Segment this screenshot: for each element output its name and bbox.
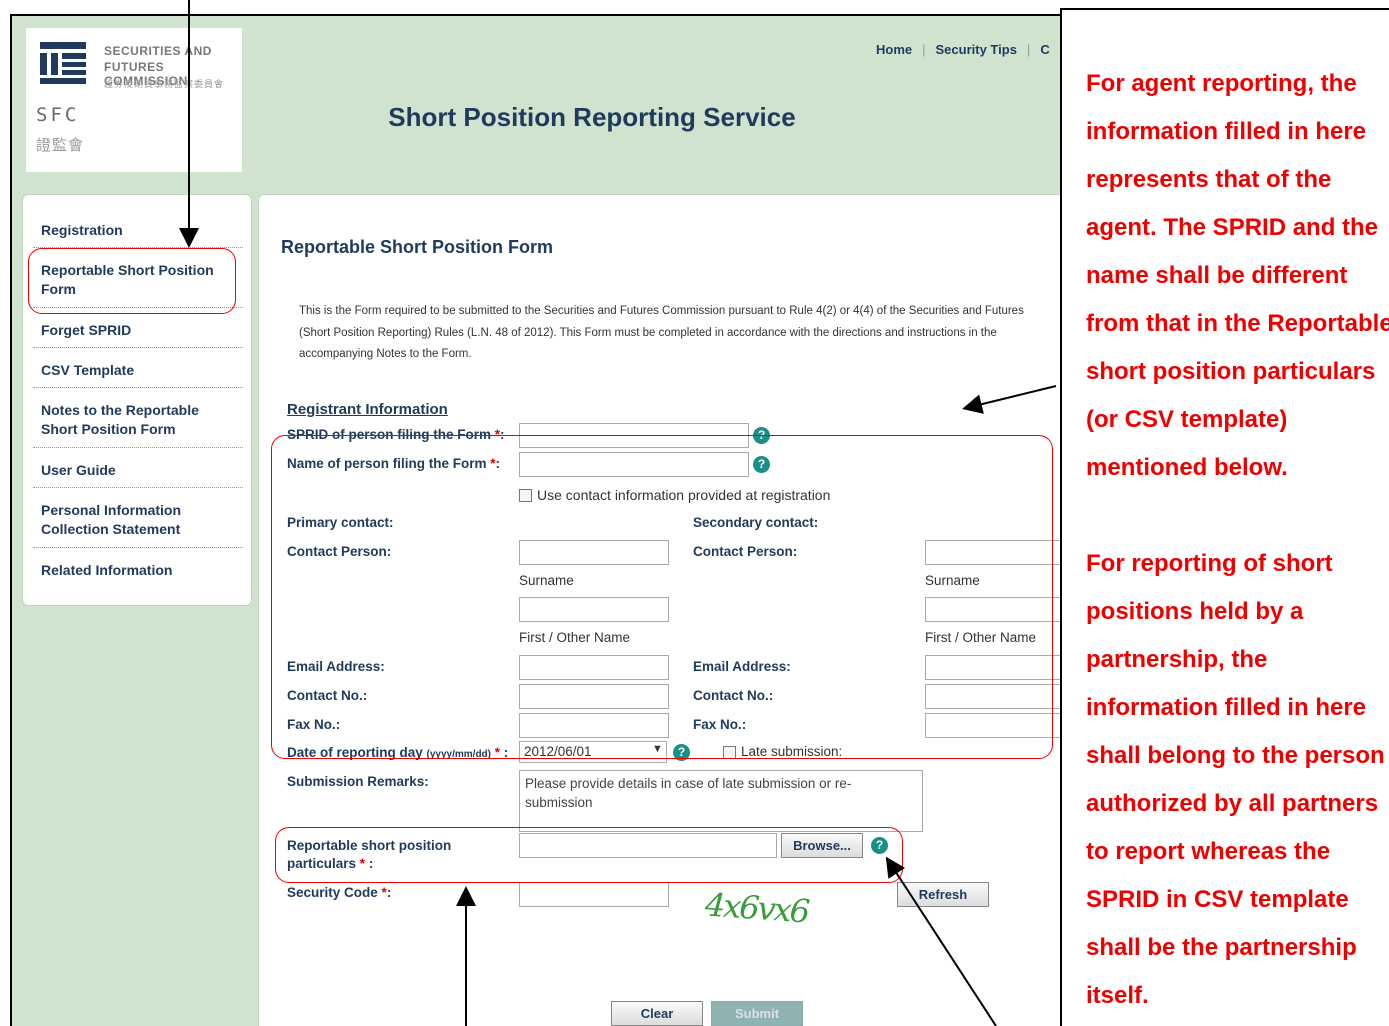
arrow-to-registrant (962, 385, 1057, 414)
annotation-arrows (179, 0, 1057, 1026)
arrow-to-help-icon (885, 856, 997, 1026)
